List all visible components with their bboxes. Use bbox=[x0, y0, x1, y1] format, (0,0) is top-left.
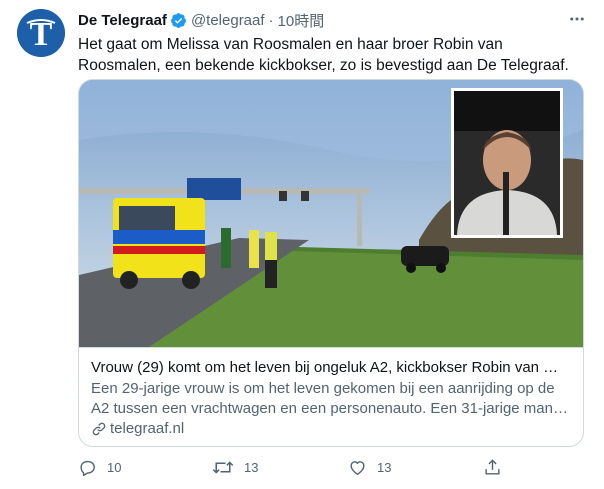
tweet-header: De Telegraaf @telegraaf · 10時間 bbox=[78, 10, 324, 30]
card-body[interactable]: Vrouw (29) komt om het leven bij ongeluk… bbox=[79, 347, 583, 446]
action-bar: 10 13 13 bbox=[78, 456, 508, 478]
verified-badge-icon bbox=[170, 12, 187, 29]
retweet-count: 13 bbox=[244, 459, 259, 475]
retweet-button[interactable]: 13 bbox=[212, 456, 258, 478]
link-icon bbox=[91, 421, 107, 437]
retweet-icon bbox=[212, 458, 234, 477]
author-handle[interactable]: @telegraaf bbox=[191, 12, 265, 29]
reply-button[interactable]: 10 bbox=[78, 456, 121, 478]
reply-count: 10 bbox=[107, 459, 122, 475]
like-button[interactable]: 13 bbox=[348, 456, 391, 478]
share-button[interactable] bbox=[483, 456, 502, 478]
like-count: 13 bbox=[377, 459, 392, 475]
reply-icon bbox=[78, 458, 97, 477]
card-domain[interactable]: telegraaf.nl bbox=[91, 420, 184, 437]
separator-dot: · bbox=[268, 11, 274, 29]
tweet[interactable]: T De Telegraaf @telegraaf · 10時間 Het gaa… bbox=[0, 0, 604, 489]
author-name[interactable]: De Telegraaf bbox=[78, 12, 167, 29]
telegraaf-logo: T bbox=[17, 9, 65, 57]
card-title[interactable]: Vrouw (29) komt om het leven bij ongeluk… bbox=[91, 358, 569, 378]
tweet-text: Het gaat om Melissa van Roosmalen en haa… bbox=[78, 36, 569, 74]
card-domain-text: telegraaf.nl bbox=[110, 420, 185, 437]
like-icon bbox=[348, 458, 367, 477]
share-icon bbox=[483, 458, 502, 477]
link-card[interactable]: Vrouw (29) komt om het leven bij ongeluk… bbox=[78, 79, 584, 447]
more-icon[interactable] bbox=[563, 9, 591, 29]
card-description: Een 29-jarige vrouw is om het leven geko… bbox=[91, 380, 555, 417]
tweet-timestamp[interactable]: 10時間 bbox=[278, 10, 325, 31]
card-image[interactable] bbox=[79, 80, 583, 347]
avatar[interactable]: T bbox=[17, 9, 65, 57]
